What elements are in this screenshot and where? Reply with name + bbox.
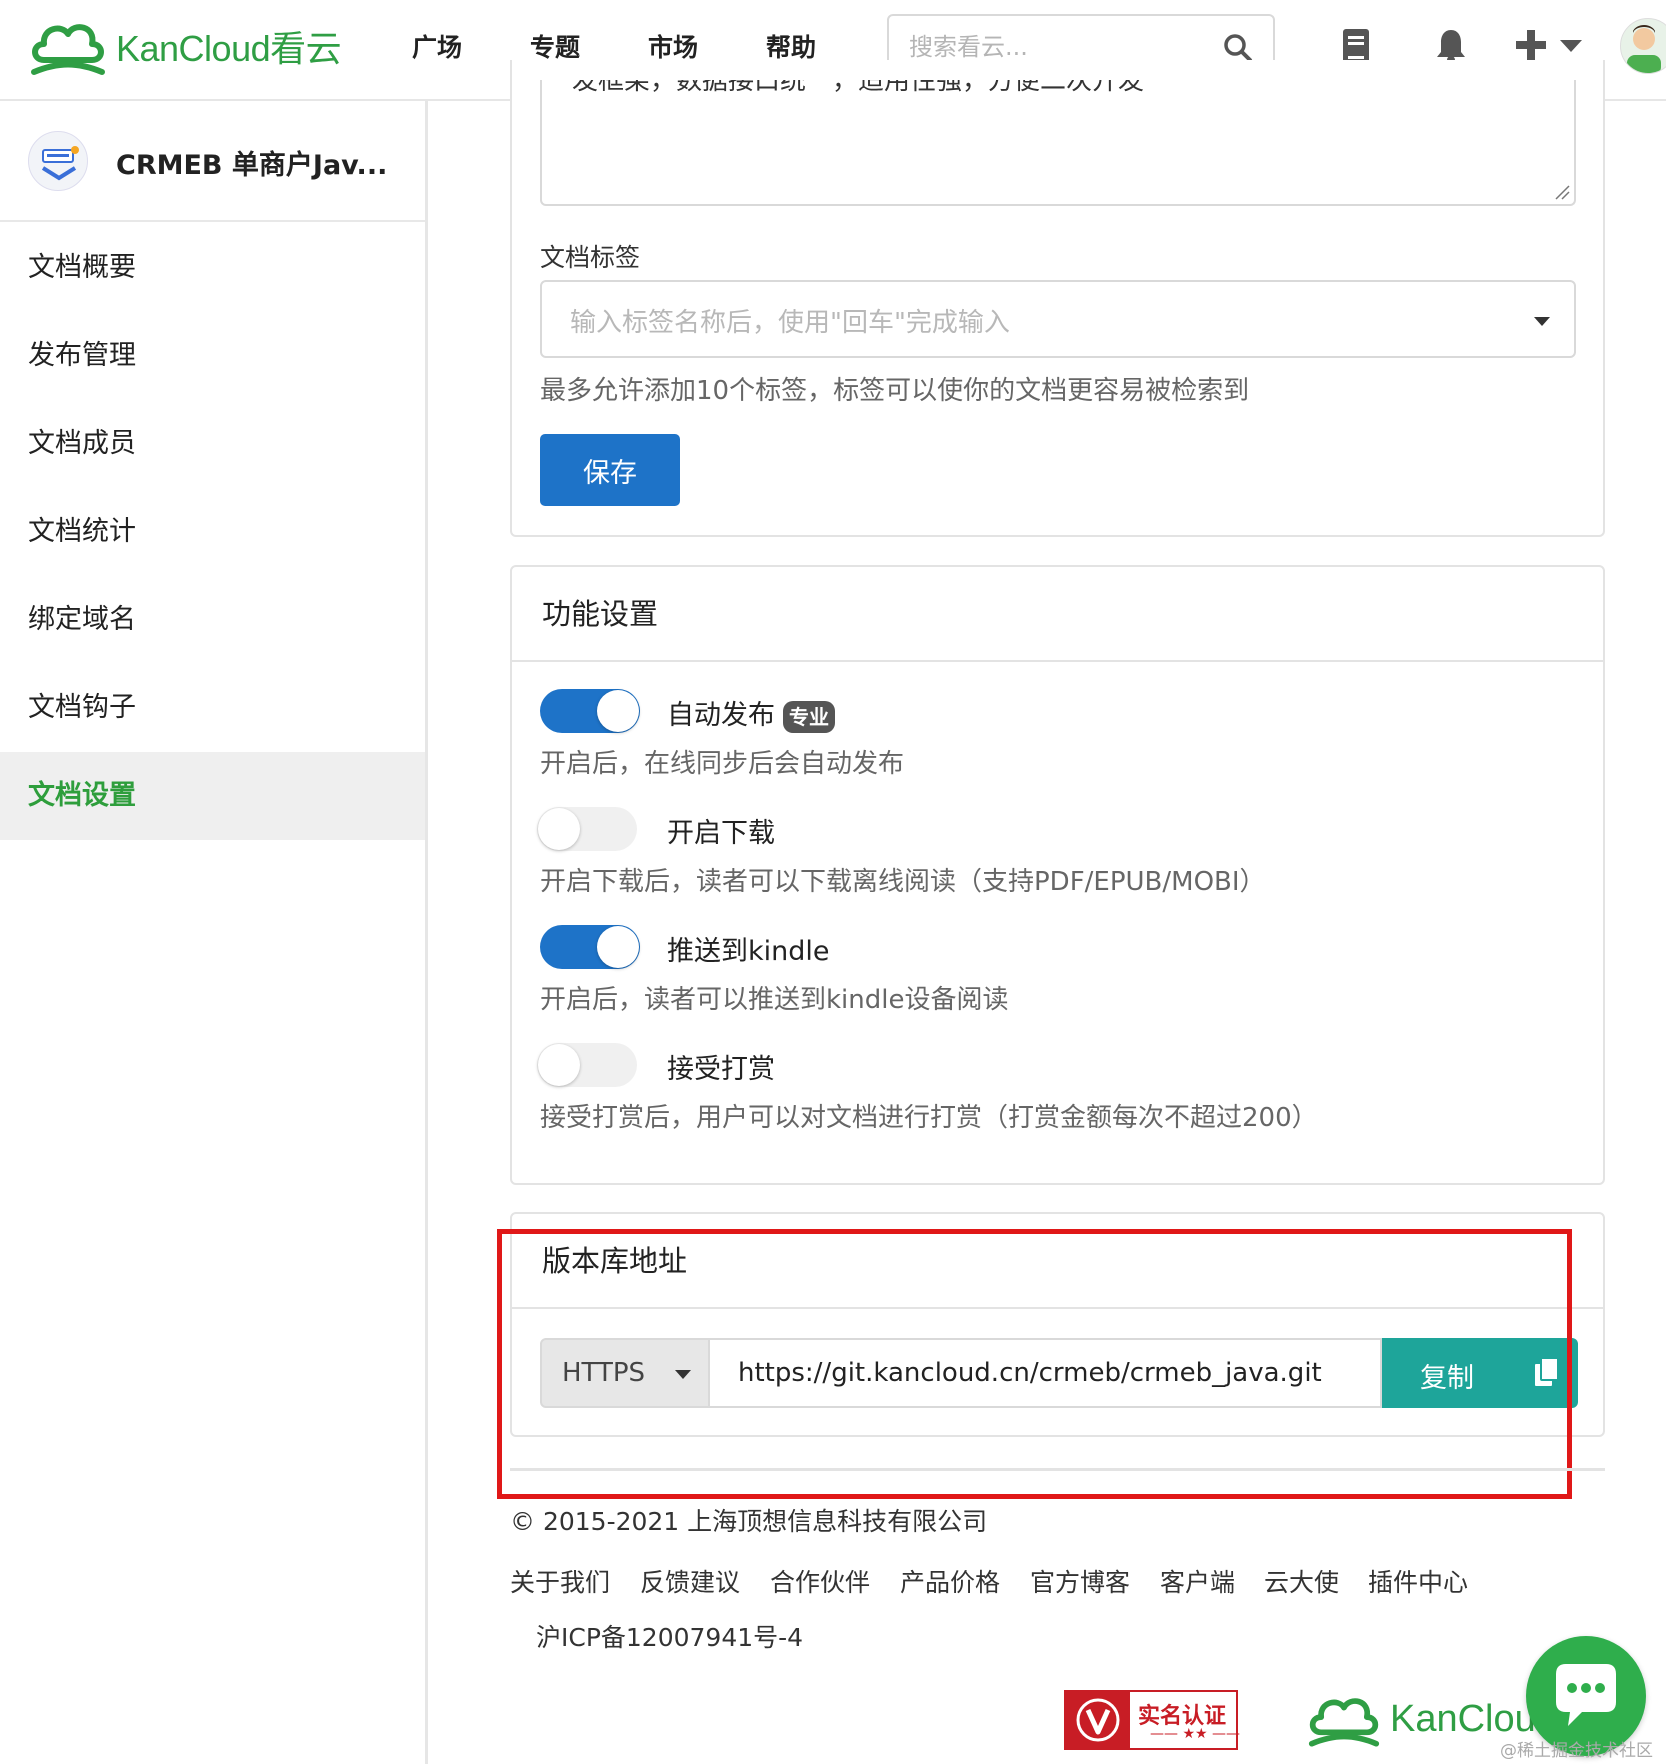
nav-link-square[interactable]: 广场 <box>412 28 462 64</box>
tags-help-text: 最多允许添加10个标签，标签可以使你的文档更容易被检索到 <box>540 376 1250 406</box>
user-avatar-icon <box>1627 25 1661 73</box>
footer-icp[interactable]: 沪ICP备12007941号-4 <box>536 1618 803 1654</box>
tags-label: 文档标签 <box>540 243 641 272</box>
sidebar-item-stats[interactable]: 文档统计 <box>0 488 425 576</box>
tags-placeholder: 输入标签名称后，使用"回车"完成输入 <box>570 308 1010 338</box>
footer-copyright: © 2015-2021 上海顶想信息科技有限公司 <box>510 1507 988 1536</box>
tags-select[interactable]: 输入标签名称后，使用"回车"完成输入 <box>540 280 1576 358</box>
kancloud-logo[interactable]: KanCloud看云 <box>28 14 342 78</box>
copy-label: 复制 <box>1420 1363 1474 1393</box>
java-book-icon <box>41 146 79 181</box>
nav-link-help[interactable]: 帮助 <box>766 28 816 64</box>
watermark-text: @稀土掘金技术社区 <box>1500 1741 1653 1761</box>
auto-publish-toggle[interactable] <box>540 689 640 733</box>
kindle-toggle[interactable] <box>540 925 640 969</box>
logo-text: KanCloud看云 <box>116 28 342 69</box>
footer-link-plugins[interactable]: 插件中心 <box>1368 1563 1468 1599</box>
save-button[interactable]: 保存 <box>540 434 680 506</box>
reward-label: 接受打赏 <box>667 1054 775 1085</box>
bell-icon[interactable] <box>1436 28 1466 64</box>
copy-button[interactable]: 复制 <box>1382 1338 1578 1408</box>
download-toggle[interactable] <box>537 807 637 851</box>
verified-badge[interactable]: 实名认证 —— ★★ —— <box>1064 1690 1241 1750</box>
caret-down-icon <box>675 1370 691 1379</box>
caret-down-icon <box>1534 317 1550 326</box>
verify-v-icon <box>1066 1692 1130 1748</box>
chevron-down-icon[interactable] <box>1560 40 1582 54</box>
sidebar-item-hooks[interactable]: 文档钩子 <box>0 664 425 752</box>
footer-link-partners[interactable]: 合作伙伴 <box>770 1563 870 1599</box>
copy-icon <box>1535 1357 1559 1386</box>
description-textarea[interactable]: 发框架，数据接口统一，适用性强，方便二次开发 <box>540 80 1576 206</box>
repo-url-row: HTTPS https://git.kancloud.cn/crmeb/crme… <box>540 1338 1578 1408</box>
repo-title: 版本库地址 <box>512 1214 1603 1309</box>
auto-publish-desc: 开启后，在线同步后会自动发布 <box>540 749 905 779</box>
footer-divider <box>510 1468 1605 1471</box>
feature-settings-title: 功能设置 <box>512 567 1603 662</box>
sidebar-item-domain[interactable]: 绑定域名 <box>0 576 425 664</box>
nav-link-market[interactable]: 市场 <box>648 28 698 64</box>
sidebar-item-overview[interactable]: 文档概要 <box>0 224 425 312</box>
reward-desc: 接受打赏后，用户可以对文档进行打赏（打赏金额每次不超过200） <box>540 1103 1318 1133</box>
footer-link-feedback[interactable]: 反馈建议 <box>640 1563 740 1599</box>
sidebar-header: CRMEB 单商户Jav... <box>0 101 425 222</box>
sidebar-item-release[interactable]: 发布管理 <box>0 312 425 400</box>
protocol-select[interactable]: HTTPS <box>540 1338 710 1408</box>
book-logo <box>28 131 88 191</box>
kindle-label: 推送到kindle <box>667 936 830 967</box>
pro-badge: 专业 <box>783 700 835 733</box>
verify-stars: —— ★★ —— <box>1150 1726 1241 1742</box>
reward-toggle[interactable] <box>537 1043 637 1087</box>
description-text: 发框架，数据接口统一，适用性强，方便二次开发 <box>572 80 1145 96</box>
toggle-knob <box>538 1044 580 1086</box>
toggle-knob <box>597 690 639 732</box>
auto-publish-label: 自动发布 专业 <box>667 693 835 733</box>
book-icon[interactable] <box>1342 28 1370 64</box>
footer-link-client[interactable]: 客户端 <box>1160 1563 1235 1599</box>
toggle-knob <box>597 926 639 968</box>
protocol-value: HTTPS <box>562 1358 646 1388</box>
cloud-logo-icon <box>1308 1698 1380 1747</box>
footer-link-blog[interactable]: 官方博客 <box>1030 1563 1130 1599</box>
kindle-desc: 开启后，读者可以推送到kindle设备阅读 <box>540 985 1009 1015</box>
cloud-logo-icon <box>31 24 105 75</box>
book-title[interactable]: CRMEB 单商户Jav... <box>116 143 387 182</box>
download-desc: 开启下载后，读者可以下载离线阅读（支持PDF/EPUB/MOBI） <box>540 867 1266 897</box>
avatar[interactable] <box>1620 18 1666 74</box>
resize-grip-icon[interactable] <box>1554 184 1570 200</box>
nav-link-topics[interactable]: 专题 <box>530 28 580 64</box>
download-label: 开启下载 <box>667 818 775 849</box>
repo-url-field[interactable]: https://git.kancloud.cn/crmeb/crmeb_java… <box>710 1338 1382 1408</box>
footer-link-pricing[interactable]: 产品价格 <box>900 1563 1000 1599</box>
footer-link-about[interactable]: 关于我们 <box>510 1563 610 1599</box>
toggle-knob <box>538 808 580 850</box>
plus-icon[interactable] <box>1516 30 1546 60</box>
footer-link-ambassador[interactable]: 云大使 <box>1264 1563 1339 1599</box>
sidebar-item-settings[interactable]: 文档设置 <box>0 752 425 840</box>
search-icon[interactable] <box>1223 33 1253 63</box>
sidebar-item-members[interactable]: 文档成员 <box>0 400 425 488</box>
sidebar: CRMEB 单商户Jav... 文档概要 发布管理 文档成员 文档统计 绑定域名… <box>0 101 428 1764</box>
